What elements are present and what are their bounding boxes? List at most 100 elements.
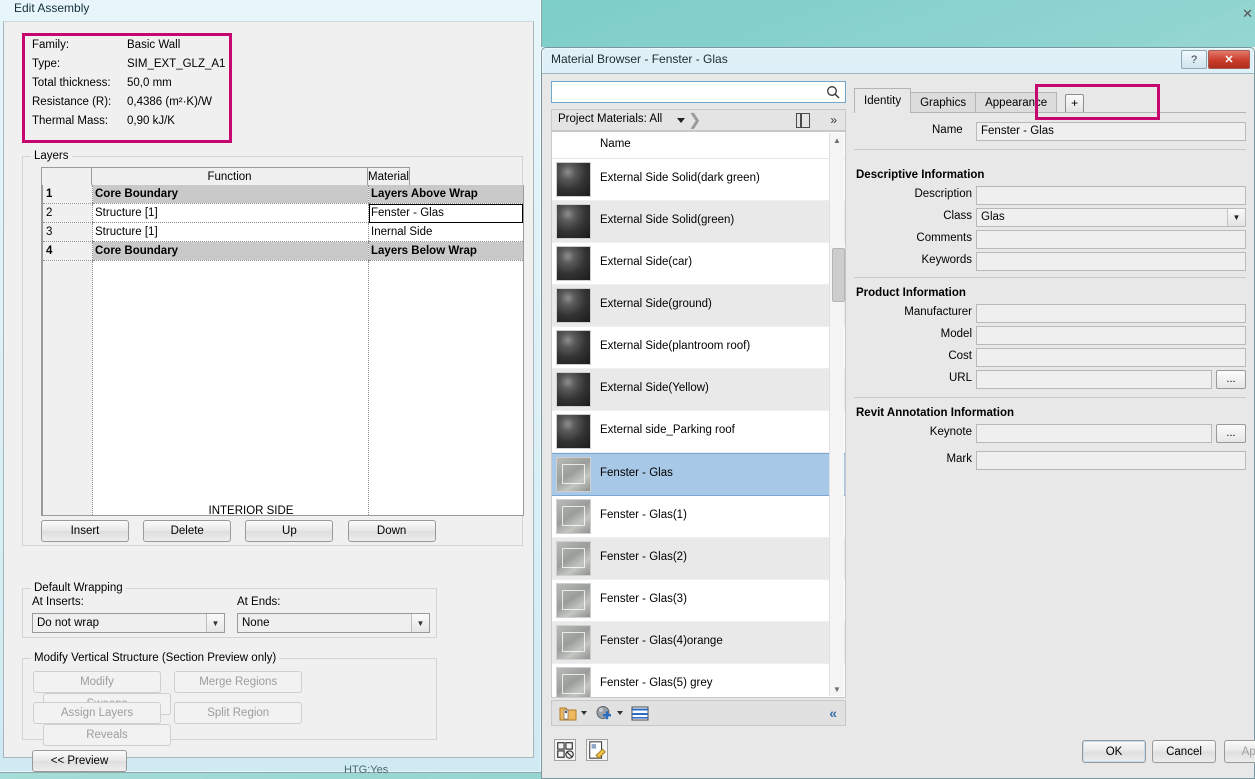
search-box[interactable] <box>551 81 846 103</box>
split-region-button[interactable]: Split Region <box>174 702 303 724</box>
list-item[interactable]: External Side(plantroom roof) <box>552 327 845 369</box>
keynote-input[interactable] <box>976 424 1212 443</box>
table-row[interactable]: 2 Structure [1] Fenster - Glas <box>42 203 523 223</box>
material-swatch-icon <box>556 288 591 323</box>
material-swatch-icon <box>556 583 591 618</box>
row-function[interactable]: Structure [1] <box>92 222 369 242</box>
list-item[interactable]: Fenster - Glas(4)orange <box>552 622 845 664</box>
description-input[interactable] <box>976 186 1246 205</box>
panel-toggle-icon[interactable] <box>796 113 810 128</box>
list-item[interactable]: External Side(Yellow) <box>552 369 845 411</box>
up-button[interactable]: Up <box>245 520 334 542</box>
list-item[interactable]: Fenster - Glas(5) grey <box>552 664 845 697</box>
at-ends-dropdown[interactable]: None ▼ <box>237 613 430 633</box>
name-input[interactable]: Fenster - Glas <box>976 122 1246 141</box>
edit-assembly-content: Family: Basic Wall Type: SIM_EXT_GLZ_A1 To… <box>3 21 534 772</box>
row-material-selected[interactable]: Fenster - Glas <box>368 203 523 223</box>
table-row[interactable]: 3 Structure [1] Inernal Side <box>42 222 523 242</box>
apply-button[interactable]: Apply <box>1224 740 1255 763</box>
assign-layers-button[interactable]: Assign Layers <box>33 702 161 724</box>
property-value: Basic Wall <box>127 39 181 51</box>
tab-appearance[interactable]: Appearance <box>975 92 1058 113</box>
model-input[interactable] <box>976 326 1246 345</box>
list-item[interactable]: External side_Parking roof <box>552 411 845 453</box>
at-inserts-dropdown[interactable]: Do not wrap ▼ <box>32 613 225 633</box>
chevron-down-icon[interactable]: ▼ <box>1227 209 1245 226</box>
cost-input[interactable] <box>976 348 1246 367</box>
chevron-down-icon[interactable] <box>677 118 685 123</box>
assembly-properties: Family: Basic Wall Type: SIM_EXT_GLZ_A1 To… <box>32 36 225 131</box>
revit-annotation-heading: Revit Annotation Information <box>856 407 1015 419</box>
chevron-down-icon[interactable] <box>617 711 623 715</box>
close-button[interactable]: ✕ <box>1208 50 1250 69</box>
comments-input[interactable] <box>976 230 1246 249</box>
search-input[interactable] <box>556 84 821 102</box>
add-tab-button[interactable]: + <box>1065 94 1085 113</box>
expand-icon[interactable]: » <box>830 113 837 127</box>
keywords-input[interactable] <box>976 252 1246 271</box>
table-row[interactable]: 4 Core Boundary Layers Below Wrap <box>42 241 523 261</box>
cancel-button[interactable]: Cancel <box>1152 740 1216 763</box>
row-material[interactable]: Inernal Side <box>368 222 523 242</box>
list-item-selected[interactable]: Fenster - Glas <box>552 453 845 496</box>
mark-input[interactable] <box>976 451 1246 470</box>
row-function[interactable]: Core Boundary <box>92 185 369 204</box>
tab-graphics[interactable]: Graphics <box>910 92 977 113</box>
merge-regions-button[interactable]: Merge Regions <box>174 671 303 693</box>
manufacturer-input[interactable] <box>976 304 1246 323</box>
property-label: Type: <box>32 58 61 70</box>
edit-material-icon[interactable] <box>586 739 608 761</box>
down-button[interactable]: Down <box>347 520 436 542</box>
row-material[interactable]: Layers Above Wrap <box>368 185 523 204</box>
row-number-empty <box>42 260 93 515</box>
tab-identity[interactable]: Identity <box>854 88 912 113</box>
list-item[interactable]: External Side Solid(green) <box>552 201 845 243</box>
delete-button[interactable]: Delete <box>143 520 232 542</box>
name-label: Name <box>932 124 963 136</box>
modify-button[interactable]: Modify <box>33 671 161 693</box>
layers-table-body-wrap[interactable]: 1 Core Boundary Layers Above Wrap 2 Stru… <box>41 185 524 516</box>
row-material[interactable]: Layers Below Wrap <box>368 241 523 261</box>
reveals-button[interactable]: Reveals <box>43 724 171 746</box>
row-number: 1 <box>42 185 93 204</box>
material-name: Fenster - Glas <box>600 467 673 479</box>
new-material-library-icon[interactable] <box>559 705 577 722</box>
row-function[interactable]: Structure [1] <box>92 203 369 223</box>
layers-table: 1 Core Boundary Layers Above Wrap 2 Stru… <box>42 185 523 515</box>
keynote-browse-button[interactable]: ... <box>1216 424 1246 443</box>
ok-button[interactable]: OK <box>1082 740 1146 763</box>
list-item[interactable]: External Side(ground) <box>552 285 845 327</box>
chevron-down-icon[interactable] <box>581 711 587 715</box>
list-item[interactable]: Fenster - Glas(1) <box>552 496 845 538</box>
table-row[interactable]: 1 Core Boundary Layers Above Wrap <box>42 185 523 204</box>
close-icon[interactable]: ✕ <box>1242 6 1253 22</box>
new-asset-icon[interactable] <box>595 705 613 722</box>
help-button[interactable]: ? <box>1181 50 1207 69</box>
preview-button[interactable]: << Preview <box>32 750 127 772</box>
row-function[interactable]: Core Boundary <box>92 241 369 261</box>
product-information-heading: Product Information <box>856 287 966 299</box>
breadcrumb-chevron-icon: ❯ <box>688 112 702 129</box>
insert-button[interactable]: Insert <box>41 520 129 542</box>
project-materials-filter[interactable]: Project Materials: All ❯ » <box>551 109 846 131</box>
scrollbar-thumb[interactable] <box>832 248 845 302</box>
url-input[interactable] <box>976 370 1212 389</box>
at-inserts-select[interactable]: Do not wrap <box>32 613 225 633</box>
scroll-up-icon[interactable]: ▲ <box>830 133 844 147</box>
list-item[interactable]: Fenster - Glas(3) <box>552 580 845 622</box>
edit-assembly-dialog: Edit Assembly Family: Basic Wall Type: SIM… <box>0 0 542 773</box>
material-swatch-icon <box>556 372 591 407</box>
material-list[interactable]: Name External Side Solid(dark green) Ext… <box>551 131 846 698</box>
list-item[interactable]: Fenster - Glas(2) <box>552 538 845 580</box>
list-item[interactable]: External Side(car) <box>552 243 845 285</box>
material-browser-body: Project Materials: All ❯ » Name External… <box>542 73 1255 778</box>
url-browse-button[interactable]: ... <box>1216 370 1246 389</box>
collapse-icon[interactable]: « <box>829 705 837 721</box>
material-off-icon[interactable] <box>554 739 576 761</box>
at-ends-select[interactable]: None <box>237 613 430 633</box>
list-item[interactable]: External Side Solid(dark green) <box>552 159 845 201</box>
class-select[interactable]: Glas <box>976 208 1246 227</box>
list-scrollbar[interactable]: ▲ ▼ <box>829 133 845 696</box>
list-view-icon[interactable] <box>631 705 649 722</box>
scroll-down-icon[interactable]: ▼ <box>830 682 844 696</box>
